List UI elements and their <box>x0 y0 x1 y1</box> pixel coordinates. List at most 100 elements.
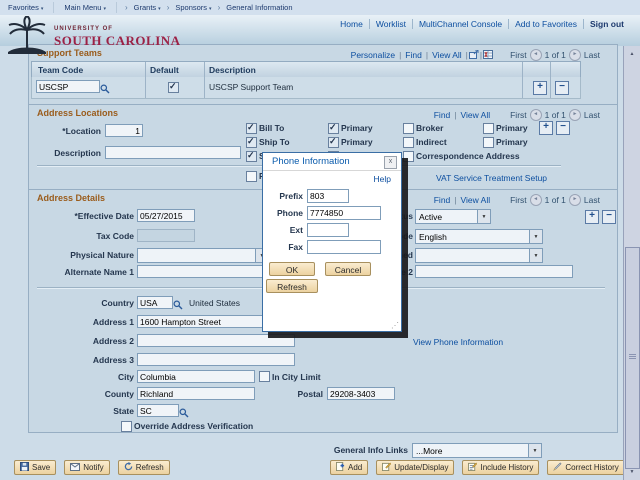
indirect-checkbox[interactable] <box>403 137 414 148</box>
override-address-verification-label: Override Address Verification <box>134 421 254 431</box>
add-button[interactable]: Add <box>330 460 369 475</box>
phone-information-dialog: Phone Information x Help Prefix Phone Ex… <box>262 152 402 332</box>
vertical-scrollbar[interactable]: ▲ ▼ <box>623 46 640 480</box>
resize-handle-icon[interactable]: ⋰ <box>391 322 399 330</box>
team-code-input[interactable] <box>36 80 100 93</box>
delete-row-button[interactable]: − <box>602 210 616 224</box>
link-multichannel-console[interactable]: MultiChannel Console <box>419 19 502 29</box>
correct-history-button[interactable]: Correct History <box>547 460 625 475</box>
update-display-button[interactable]: Update/Display <box>376 460 455 475</box>
pager-next-icon[interactable]: ► <box>568 194 581 206</box>
grid-action-bar: Personalize | Find | View All | | First ◄ 1… <box>348 49 603 61</box>
help-link[interactable]: Help <box>374 174 391 184</box>
pager-prev-icon[interactable]: ◄ <box>529 194 542 206</box>
personalize-link[interactable]: Personalize <box>351 50 395 60</box>
address2-input[interactable] <box>137 334 295 347</box>
refresh-button[interactable]: Refresh <box>266 279 318 293</box>
sign-out-button[interactable]: Sign out <box>590 19 624 29</box>
menu-main-menu[interactable]: Main Menu ▾ <box>64 3 106 12</box>
link-home[interactable]: Home <box>340 19 363 29</box>
include-history-button[interactable]: Include History <box>462 460 540 475</box>
ok-button[interactable]: OK <box>269 262 315 276</box>
primary-checkbox[interactable] <box>328 122 339 134</box>
in-city-limit-checkbox[interactable] <box>259 371 270 382</box>
physical-nature-select[interactable]: ▼ <box>137 248 269 263</box>
state-input[interactable] <box>137 404 179 417</box>
link-worklist[interactable]: Worklist <box>376 19 406 29</box>
pager: First ◄ 1 of 1 ► Last <box>507 109 603 121</box>
column-header-team-code: Team Code <box>38 65 84 75</box>
bill-to-checkbox[interactable] <box>246 122 257 134</box>
alternate-name1-input[interactable] <box>137 265 273 278</box>
crumb-sponsors[interactable]: Sponsors ▾ <box>175 3 211 12</box>
add-row-button[interactable]: + <box>533 81 547 95</box>
scrollbar-thumb[interactable] <box>625 247 640 469</box>
download-to-excel-icon[interactable] <box>483 49 494 61</box>
general-info-links-select[interactable]: ...More ▼ <box>412 443 542 458</box>
sold-to-checkbox[interactable] <box>246 150 257 162</box>
table-row: USCSP Support Team + − <box>31 77 581 99</box>
postal-input[interactable] <box>327 387 395 400</box>
find-link[interactable]: Find <box>434 110 451 120</box>
find-link[interactable]: Find <box>405 50 422 60</box>
effective-date-input[interactable] <box>137 209 195 222</box>
refresh-button[interactable]: Refresh <box>117 460 170 475</box>
close-icon[interactable]: x <box>384 156 397 169</box>
view-all-link[interactable]: View All <box>461 110 491 120</box>
location-input[interactable] <box>105 124 143 137</box>
state-label: State <box>113 406 134 416</box>
ext-input[interactable] <box>307 223 349 237</box>
delete-row-button[interactable]: − <box>555 81 569 95</box>
address3-input[interactable] <box>137 353 295 366</box>
scroll-up-icon[interactable]: ▲ <box>627 49 637 59</box>
broker-checkbox[interactable] <box>403 123 414 134</box>
pager-position: 1 of 1 <box>544 195 566 205</box>
crumb-grants[interactable]: Grants ▾ <box>134 3 161 12</box>
add-row-button[interactable]: + <box>585 210 599 224</box>
save-button[interactable]: Save <box>14 460 57 475</box>
add-row-button[interactable]: + <box>539 121 553 135</box>
prefix-input[interactable] <box>307 189 349 203</box>
correspondence-address-checkbox[interactable] <box>403 151 414 162</box>
default-checkbox[interactable] <box>168 81 179 93</box>
pager-prev-icon[interactable]: ◄ <box>529 49 542 61</box>
scroll-down-icon[interactable]: ▼ <box>627 467 637 477</box>
lookup-icon[interactable] <box>100 81 110 99</box>
delete-row-button[interactable]: − <box>556 121 570 135</box>
country-input[interactable] <box>137 296 173 309</box>
status-select[interactable]: Active ▼ <box>415 209 491 224</box>
view-phone-information-link[interactable]: View Phone Information <box>413 337 503 347</box>
description-input[interactable] <box>105 146 241 159</box>
grid-popout-icon[interactable] <box>468 49 479 61</box>
crumb-general-information: General Information <box>226 3 293 12</box>
pager-prev-icon[interactable]: ◄ <box>529 109 542 121</box>
override-address-verification-checkbox[interactable] <box>121 421 132 432</box>
pager: First ◄ 1 of 1 ► Last <box>507 194 603 206</box>
language-code-select[interactable]: English ▼ <box>415 229 543 244</box>
city-input[interactable] <box>137 370 255 383</box>
remit-checkbox[interactable] <box>246 171 257 182</box>
pager-next-icon[interactable]: ► <box>568 49 581 61</box>
alternate-name2-input[interactable] <box>415 265 573 278</box>
fax-input[interactable] <box>307 240 381 254</box>
find-link[interactable]: Find <box>434 195 451 205</box>
county-input[interactable] <box>137 387 255 400</box>
notify-button[interactable]: Notify <box>64 460 110 475</box>
ship-to-checkbox[interactable] <box>246 136 257 148</box>
pager-next-icon[interactable]: ► <box>568 109 581 121</box>
view-all-link[interactable]: View All <box>461 195 491 205</box>
chevron-down-icon: ▾ <box>158 6 161 12</box>
where-performed-select[interactable]: ▼ <box>415 248 543 263</box>
primary-checkbox[interactable] <box>328 136 339 148</box>
primary-checkbox[interactable] <box>483 123 494 134</box>
phone-input[interactable] <box>307 206 381 220</box>
menu-favorites[interactable]: Favorites ▾ <box>8 3 43 12</box>
lookup-icon[interactable] <box>173 297 183 315</box>
link-add-to-favorites[interactable]: Add to Favorites <box>515 19 577 29</box>
view-all-link[interactable]: View All <box>432 50 462 60</box>
cancel-button[interactable]: Cancel <box>325 262 371 276</box>
primary-checkbox[interactable] <box>483 137 494 148</box>
in-city-limit-label: In City Limit <box>272 372 321 382</box>
indirect-label: Indirect <box>416 137 447 147</box>
vat-service-treatment-setup-link[interactable]: VAT Service Treatment Setup <box>436 173 547 183</box>
